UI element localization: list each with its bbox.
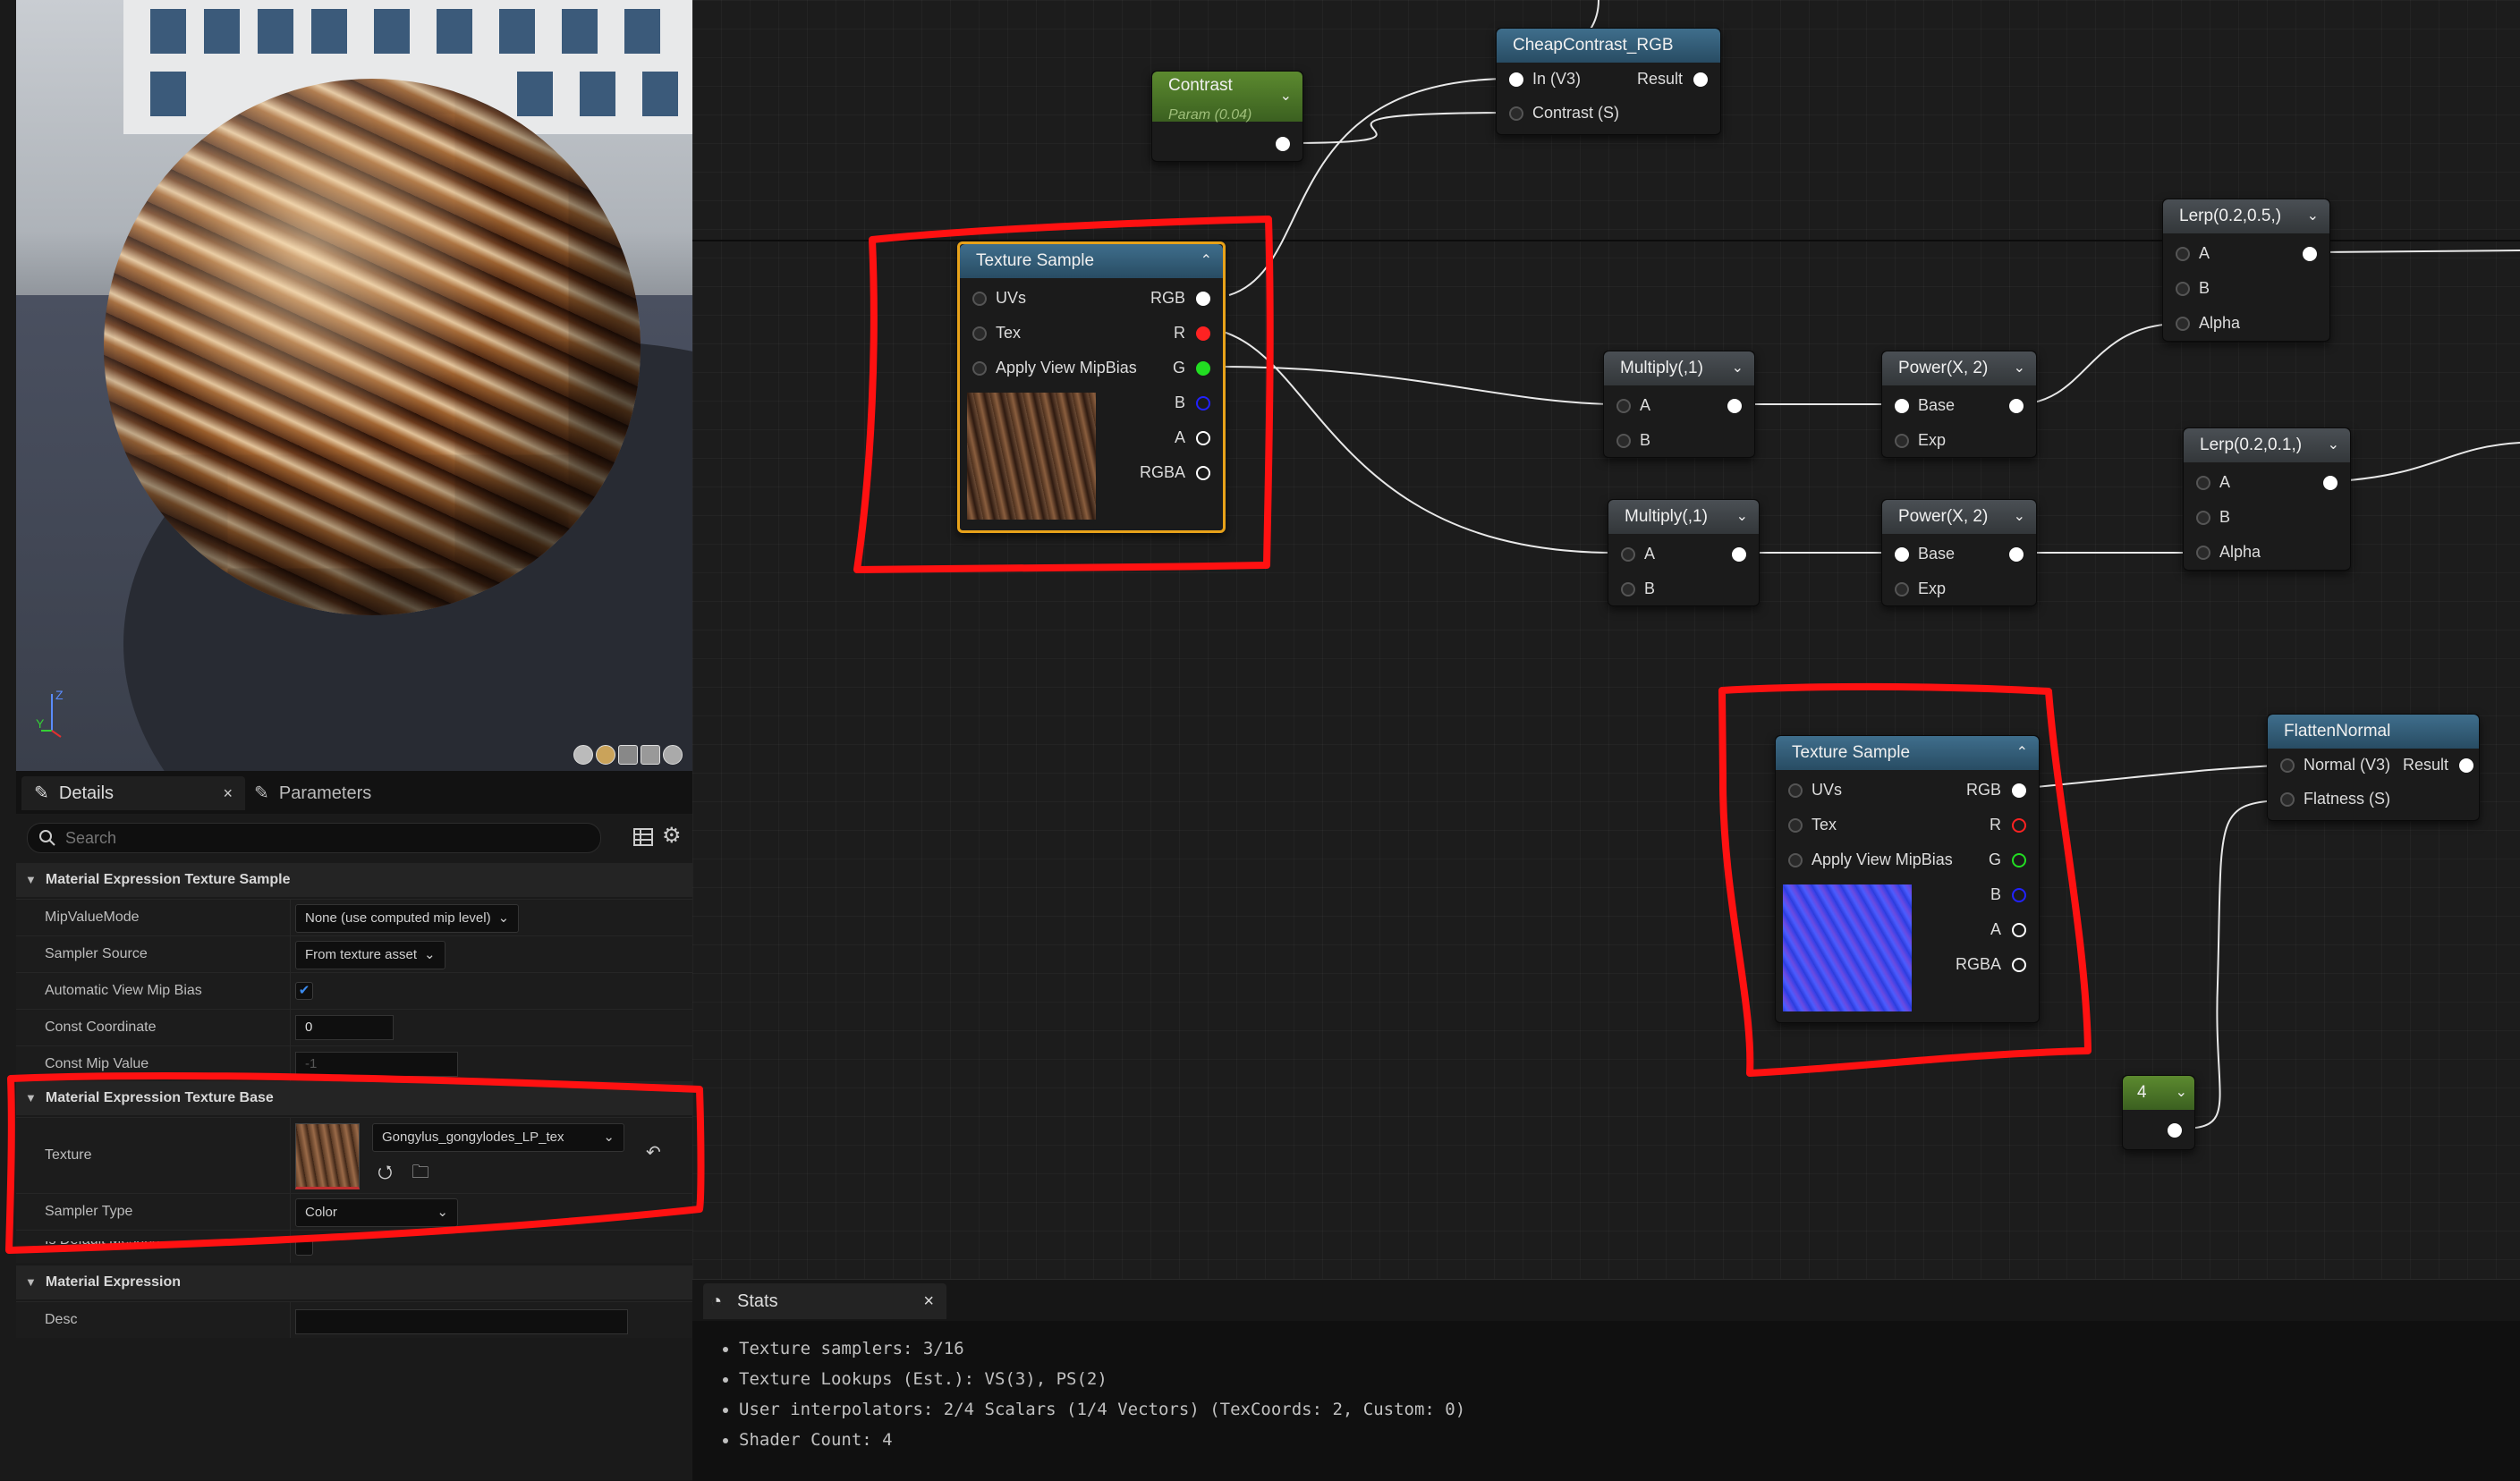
stats-line: User interpolators: 2/4 Scalars (1/4 Vec… bbox=[739, 1400, 1465, 1419]
tab-stats-label: Stats bbox=[737, 1291, 778, 1311]
stats-list: Texture samplers: 3/16 Texture Lookups (… bbox=[719, 1339, 1465, 1460]
stats-body: Texture samplers: 3/16 Texture Lookups (… bbox=[692, 1321, 2520, 1481]
stats-line: Shader Count: 4 bbox=[739, 1430, 1465, 1450]
red-annotation-texture-sample-1 bbox=[853, 216, 1274, 573]
red-annotation-texture-sample-2 bbox=[1718, 682, 2092, 1077]
stats-line: Texture samplers: 3/16 bbox=[739, 1339, 1465, 1358]
red-annotation-texture-base bbox=[5, 1071, 705, 1254]
close-icon[interactable]: × bbox=[923, 1283, 934, 1319]
stats-line: Texture Lookups (Est.): VS(3), PS(2) bbox=[739, 1369, 1465, 1389]
stats-icon: ◔ bbox=[710, 1290, 723, 1312]
stats-panel: ◔ Stats × Texture samplers: 3/16 Texture… bbox=[692, 1279, 2520, 1481]
tab-stats[interactable]: ◔ Stats × bbox=[703, 1283, 946, 1319]
red-annotation-overlay bbox=[5, 216, 2092, 1254]
